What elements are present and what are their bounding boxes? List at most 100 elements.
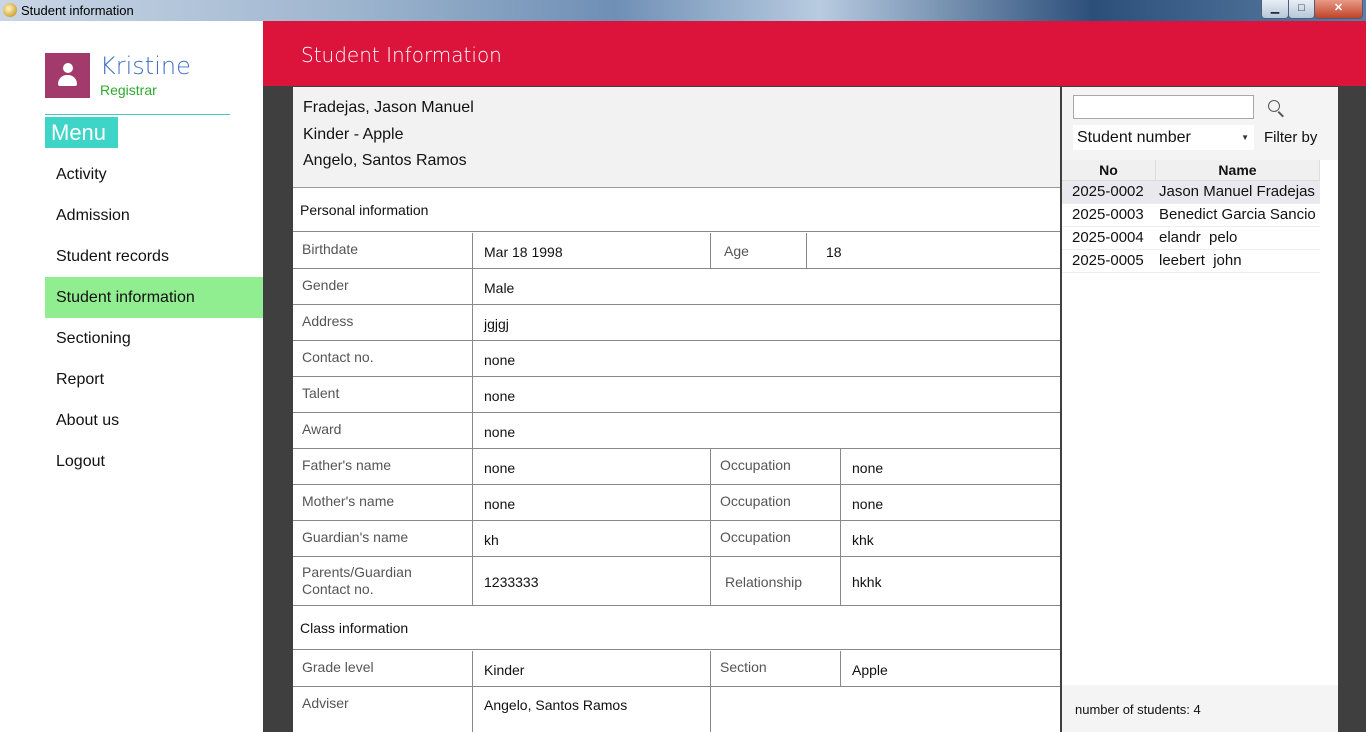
- sidebar: Kristine Registrar Menu Activity Admissi…: [0, 21, 263, 732]
- maximize-button[interactable]: □: [1288, 0, 1315, 19]
- filter-select[interactable]: Student number ▼: [1073, 125, 1254, 150]
- student-class: Kinder - Apple: [303, 126, 404, 143]
- student-search-panel: Student number ▼ Filter by No Name 2025-…: [1062, 87, 1338, 732]
- age-value: 18: [826, 244, 842, 260]
- section-label: Section: [720, 659, 767, 675]
- close-button[interactable]: ✕: [1314, 0, 1363, 19]
- sidebar-item-sectioning[interactable]: Sectioning: [45, 318, 263, 359]
- empty-cell: [711, 687, 1060, 732]
- mother-value: none: [484, 496, 516, 512]
- award-label: Award: [302, 421, 342, 437]
- section-value: Apple: [852, 662, 888, 678]
- sidebar-item-about-us[interactable]: About us: [45, 400, 263, 441]
- sidebar-item-logout[interactable]: Logout: [45, 441, 263, 482]
- user-avatar-icon: [45, 53, 90, 98]
- contact-value: none: [484, 352, 516, 368]
- guardian-occupation-label: Occupation: [720, 529, 791, 545]
- talent-value: none: [484, 388, 516, 404]
- table-row[interactable]: 2025-0005 leebert john: [1062, 250, 1320, 273]
- contact-label: Contact no.: [302, 349, 374, 365]
- father-label: Father's name: [302, 457, 392, 473]
- student-name-cell: Benedict Garcia Sancio: [1159, 206, 1316, 223]
- student-name: Fradejas, Jason Manuel: [303, 99, 474, 116]
- parent-contact-row: Parents/Guardian Contact no. 1233333 Rel…: [293, 557, 1060, 606]
- adviser-value: Angelo, Santos Ramos: [484, 697, 628, 713]
- table-row[interactable]: 2025-0004 elandr pelo: [1062, 227, 1320, 250]
- student-name-cell: leebert john: [1159, 252, 1242, 269]
- class-info-heading: Class information: [293, 606, 1060, 650]
- filter-select-value: Student number: [1077, 129, 1191, 146]
- student-count: number of students: 4: [1075, 702, 1201, 717]
- birthdate-row: Birthdate Mar 18 1998 Age 18: [293, 233, 1060, 269]
- father-occupation-label: Occupation: [720, 457, 791, 473]
- student-no: 2025-0002: [1072, 183, 1144, 200]
- relationship-value: hkhk: [852, 574, 882, 590]
- menu-label: Menu: [45, 117, 118, 148]
- address-label: Address: [302, 313, 354, 329]
- students-table: No Name 2025-0002 Jason Manuel Fradejas …: [1062, 160, 1320, 273]
- student-summary: Fradejas, Jason Manuel Kinder - Apple An…: [293, 87, 1060, 188]
- father-occupation-value: none: [852, 460, 884, 476]
- sidebar-item-admission[interactable]: Admission: [45, 195, 263, 236]
- window-title: Student information: [21, 3, 134, 18]
- award-value: none: [484, 424, 516, 440]
- talent-row: Talent none: [293, 377, 1060, 413]
- page-title: Student Information: [301, 43, 502, 67]
- adviser-row: Adviser Angelo, Santos Ramos: [293, 687, 1060, 732]
- gender-label: Gender: [302, 277, 349, 293]
- talent-label: Talent: [302, 385, 340, 401]
- student-name-cell: elandr pelo: [1159, 229, 1238, 246]
- guardian-value: kh: [484, 532, 499, 548]
- birthdate-value: Mar 18 1998: [484, 244, 563, 260]
- father-row: Father's name none Occupation none: [293, 449, 1060, 485]
- user-name: Kristine: [100, 52, 191, 80]
- award-row: Award none: [293, 413, 1060, 449]
- table-header: No Name: [1062, 160, 1320, 181]
- sidebar-item-report[interactable]: Report: [45, 359, 263, 400]
- sidebar-item-student-records[interactable]: Student records: [45, 236, 263, 277]
- guardian-occupation-value: khk: [852, 532, 874, 548]
- guardian-label: Guardian's name: [302, 529, 409, 545]
- grade-row: Grade level Kinder Section Apple: [293, 651, 1060, 687]
- student-info-panel: Fradejas, Jason Manuel Kinder - Apple An…: [293, 87, 1060, 732]
- parent-contact-label-line1: Parents/Guardian: [302, 564, 412, 580]
- age-label: Age: [724, 243, 749, 259]
- student-adviser: Angelo, Santos Ramos: [303, 152, 467, 169]
- address-value: jgjgj: [484, 316, 509, 332]
- column-header-no[interactable]: No: [1062, 160, 1156, 180]
- student-no: 2025-0005: [1072, 252, 1144, 269]
- mother-label: Mother's name: [302, 493, 395, 509]
- filter-by-label: Filter by: [1264, 129, 1318, 146]
- sidebar-item-activity[interactable]: Activity: [45, 154, 263, 195]
- table-row[interactable]: 2025-0002 Jason Manuel Fradejas: [1062, 181, 1320, 204]
- gender-value: Male: [484, 280, 515, 296]
- search-icon[interactable]: [1268, 100, 1284, 118]
- minimize-button[interactable]: ▁: [1261, 0, 1289, 19]
- gender-row: Gender Male: [293, 269, 1060, 305]
- student-no: 2025-0004: [1072, 229, 1144, 246]
- guardian-row: Guardian's name kh Occupation khk: [293, 521, 1060, 557]
- student-no: 2025-0003: [1072, 206, 1144, 223]
- chevron-down-icon: ▼: [1241, 133, 1249, 142]
- relationship-label: Relationship: [725, 574, 803, 590]
- sidebar-nav: Activity Admission Student records Stude…: [45, 154, 263, 482]
- page-header: Student Information: [263, 21, 1366, 86]
- mother-occupation-label: Occupation: [720, 493, 791, 509]
- father-value: none: [484, 460, 516, 476]
- mother-occupation-value: none: [852, 496, 884, 512]
- sidebar-item-student-information[interactable]: Student information: [45, 277, 263, 318]
- search-input[interactable]: [1073, 95, 1254, 119]
- address-row: Address jgjgj: [293, 305, 1060, 341]
- parent-contact-value: 1233333: [484, 574, 539, 590]
- window-title-bar[interactable]: Student information ▁ □ ✕: [0, 0, 1366, 21]
- parent-contact-label-line2: Contact no.: [302, 581, 374, 597]
- divider: [45, 114, 230, 115]
- student-name-cell: Jason Manuel Fradejas: [1159, 183, 1315, 200]
- personal-info-heading: Personal information: [293, 188, 1060, 232]
- table-row[interactable]: 2025-0003 Benedict Garcia Sancio: [1062, 204, 1320, 227]
- grade-value: Kinder: [484, 662, 525, 678]
- user-role: Registrar: [100, 82, 157, 98]
- app-icon: [3, 3, 17, 17]
- adviser-label: Adviser: [302, 695, 349, 711]
- column-header-name[interactable]: Name: [1156, 160, 1320, 180]
